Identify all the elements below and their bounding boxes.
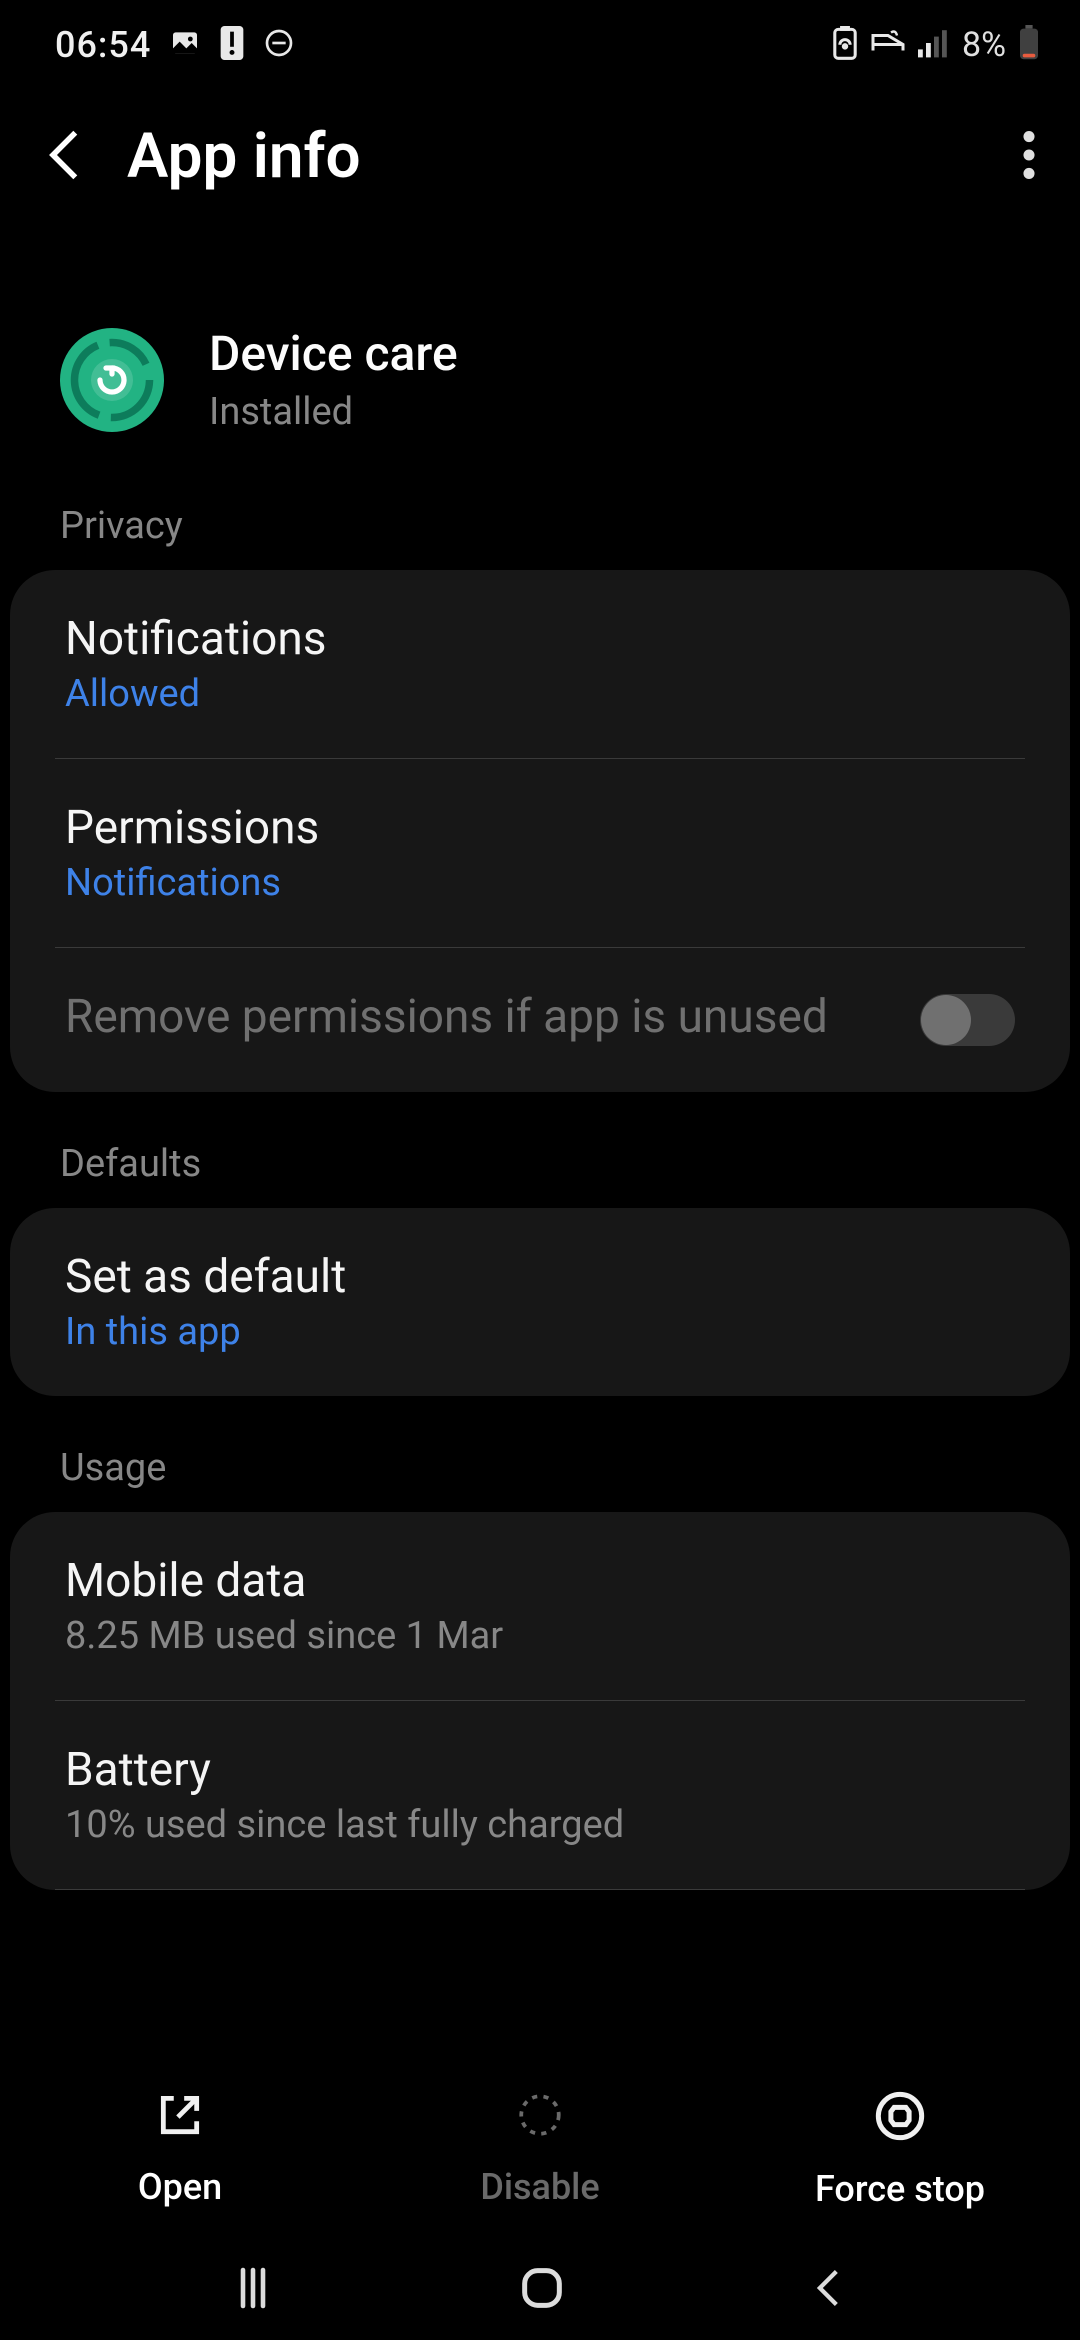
signal-icon <box>918 28 950 62</box>
permissions-sub: Notifications <box>65 861 1015 905</box>
remove-permissions-row[interactable]: Remove permissions if app is unused <box>10 948 1070 1092</box>
privacy-card: Notifications Allowed Permissions Notifi… <box>10 570 1070 1092</box>
app-summary-row: Device care Installed <box>0 300 1080 494</box>
image-icon <box>169 27 201 63</box>
defaults-card: Set as default In this app <box>10 1208 1070 1396</box>
clock-time: 06:54 <box>55 24 151 66</box>
battery-sub: 10% used since last fully charged <box>65 1803 1015 1847</box>
dnd-icon <box>263 27 295 63</box>
disable-icon <box>515 2090 565 2144</box>
force-stop-button[interactable]: Force stop <box>722 2090 1078 2210</box>
content-scroll: Device care Installed Privacy Notificati… <box>0 300 1080 2050</box>
app-install-status: Installed <box>209 390 458 434</box>
mobile-data-title: Mobile data <box>65 1554 1015 1608</box>
set-as-default-sub: In this app <box>65 1310 1015 1354</box>
alert-icon <box>219 26 245 64</box>
permissions-title: Permissions <box>65 801 1015 855</box>
divider <box>55 1889 1025 1890</box>
more-options-button[interactable] <box>1023 131 1035 183</box>
app-name: Device care <box>209 325 458 382</box>
permissions-row[interactable]: Permissions Notifications <box>10 759 1070 947</box>
force-stop-icon <box>874 2090 926 2146</box>
toggle-knob <box>921 995 971 1045</box>
home-button[interactable] <box>516 2262 568 2318</box>
mobile-data-sub: 8.25 MB used since 1 Mar <box>65 1614 1015 1658</box>
page-title: App info <box>127 120 983 193</box>
disable-button[interactable]: Disable <box>362 2090 718 2210</box>
notifications-sub: Allowed <box>65 672 1015 716</box>
open-icon <box>155 2090 205 2144</box>
bottom-action-bar: Open Disable Force stop <box>0 2060 1080 2240</box>
set-as-default-row[interactable]: Set as default In this app <box>10 1208 1070 1396</box>
section-label-usage: Usage <box>0 1436 1080 1512</box>
remove-permissions-title: Remove permissions if app is unused <box>65 990 890 1044</box>
open-button[interactable]: Open <box>2 2090 358 2210</box>
force-stop-label: Force stop <box>815 2168 985 2210</box>
back-button[interactable] <box>45 129 87 185</box>
battery-title: Battery <box>65 1743 1015 1797</box>
recents-button[interactable] <box>229 2264 277 2316</box>
usage-card: Mobile data 8.25 MB used since 1 Mar Bat… <box>10 1512 1070 1890</box>
app-icon <box>60 328 164 432</box>
section-label-privacy: Privacy <box>0 494 1080 570</box>
app-header: App info <box>0 80 1080 223</box>
remove-permissions-toggle[interactable] <box>920 994 1015 1046</box>
notifications-title: Notifications <box>65 612 1015 666</box>
battery-icon <box>1018 25 1040 65</box>
battery-percentage: 8% <box>962 25 1006 65</box>
mobile-data-row[interactable]: Mobile data 8.25 MB used since 1 Mar <box>10 1512 1070 1700</box>
navigation-bar <box>0 2240 1080 2340</box>
notifications-row[interactable]: Notifications Allowed <box>10 570 1070 758</box>
set-as-default-title: Set as default <box>65 1250 1015 1304</box>
battery-row[interactable]: Battery 10% used since last fully charge… <box>10 1701 1070 1889</box>
open-label: Open <box>138 2166 222 2208</box>
status-bar: 06:54 8% <box>0 0 1080 80</box>
disable-label: Disable <box>480 2166 599 2208</box>
bed-icon <box>870 29 906 61</box>
back-nav-button[interactable] <box>807 2266 851 2314</box>
section-label-defaults: Defaults <box>0 1132 1080 1208</box>
battery-share-icon <box>832 26 858 64</box>
